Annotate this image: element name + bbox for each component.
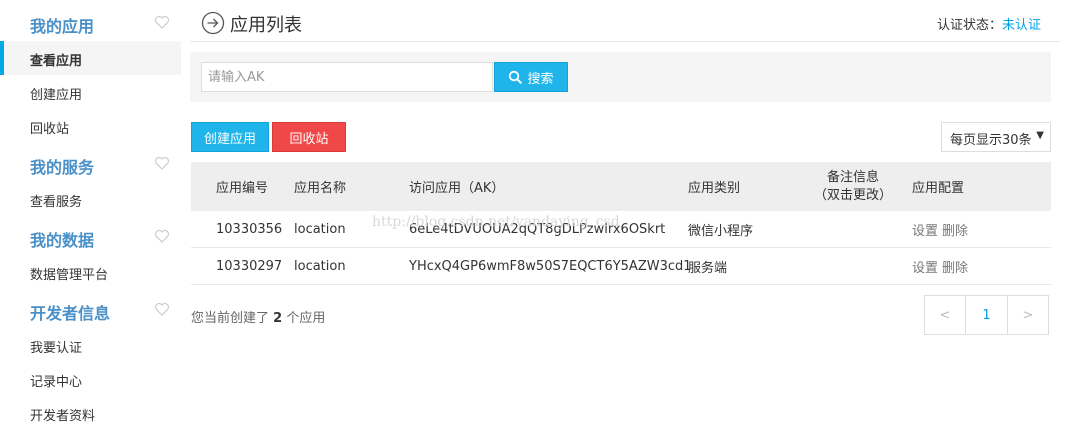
search-input[interactable] (201, 62, 493, 92)
heart-outline-icon[interactable] (154, 14, 170, 30)
column-header-type: 应用类别 (688, 181, 741, 196)
sidebar-item-label: 数据管理平台 (30, 268, 109, 283)
column-header-name: 应用名称 (294, 181, 347, 196)
cell-ak: 6eLe4tDVUOUA2qQT8gDLPzwlrx6OSkrt (409, 222, 666, 237)
cell-config: 设置 删除 (912, 211, 972, 248)
app-count-prefix: 您当前创建了 (191, 311, 270, 326)
sidebar-section-my-apps[interactable]: 我的应用 (0, 4, 181, 40)
table-row: 10330356 location 6eLe4tDVUOUA2qQT8gDLPz… (191, 211, 1051, 248)
auth-status-link[interactable]: 未认证 (1002, 18, 1041, 33)
sidebar-section-title: 我的数据 (30, 231, 95, 250)
cell-config: 设置 删除 (912, 248, 972, 285)
cell-ak: YHcxQ4GP6wmF8w50S7EQCT6Y5AZW3cd1 (409, 259, 692, 274)
sidebar-item-record-center[interactable]: 记录中心 (0, 362, 181, 396)
sidebar-section-my-services[interactable]: 我的服务 (0, 145, 181, 181)
app-table: 应用编号 应用名称 访问应用（AK） 应用类别 备注信息 （双击更改） 应用配置… (191, 162, 1051, 285)
sidebar-item-label: 记录中心 (30, 375, 83, 390)
sidebar-section-title: 开发者信息 (30, 304, 111, 323)
pagination-page-1[interactable]: 1 (965, 295, 1008, 335)
pagination: < 1 > (924, 295, 1049, 335)
cell-id: 10330356 (216, 222, 283, 237)
sidebar-section-developer-info[interactable]: 开发者信息 (0, 291, 181, 327)
delete-link[interactable]: 删除 (942, 220, 968, 239)
sidebar-item-recycle-bin[interactable]: 回收站 (0, 109, 181, 143)
per-page-value: 每页显示30条 (950, 133, 1032, 148)
cell-note[interactable] (808, 211, 898, 248)
sidebar-section-title: 我的应用 (30, 17, 95, 36)
sidebar-item-view-services[interactable]: 查看服务 (0, 182, 181, 216)
search-button[interactable]: 搜索 (494, 62, 568, 92)
page-title: 应用列表 (230, 15, 302, 36)
cell-type: 微信小程序 (688, 224, 754, 239)
heart-outline-icon[interactable] (154, 155, 170, 171)
search-icon (509, 70, 523, 84)
auth-status-label: 认证状态： (936, 18, 1002, 33)
sidebar-item-certification[interactable]: 我要认证 (0, 328, 181, 362)
sidebar-item-data-platform[interactable]: 数据管理平台 (0, 255, 181, 289)
app-count-suffix: 个应用 (286, 311, 326, 326)
sidebar: 我的应用 查看应用 创建应用 回收站 我的服务 查看服务 我的数据 数据管理平台… (0, 0, 181, 430)
cell-id: 10330297 (216, 259, 283, 274)
page-header: 应用列表 认证状态：未认证 (190, 0, 1060, 42)
app-count-value: 2 (273, 311, 283, 326)
column-header-ak: 访问应用（AK） (409, 181, 505, 196)
sidebar-item-label: 开发者资料 (30, 409, 96, 424)
settings-link[interactable]: 设置 (912, 257, 938, 276)
pagination-next-button[interactable]: > (1007, 295, 1049, 335)
sidebar-item-label: 我要认证 (30, 341, 83, 356)
column-header-note-line1: 备注信息 (826, 169, 879, 185)
search-button-label: 搜索 (527, 71, 554, 87)
circle-arrow-right-icon (201, 11, 225, 35)
sidebar-item-label: 查看应用 (30, 54, 83, 69)
cell-name: location (294, 222, 346, 237)
search-bar: 搜索 (190, 52, 1051, 102)
column-header-note: 备注信息 （双击更改） (808, 162, 898, 211)
cell-note[interactable] (808, 248, 898, 285)
heart-outline-icon[interactable] (154, 301, 170, 317)
sidebar-item-view-apps[interactable]: 查看应用 (0, 41, 181, 75)
cell-name: location (294, 259, 346, 274)
recycle-bin-button[interactable]: 回收站 (272, 122, 346, 152)
sidebar-item-label: 创建应用 (30, 88, 83, 103)
caret-down-icon: ▼ (1036, 130, 1044, 141)
column-header-config: 应用配置 (912, 181, 965, 196)
settings-link[interactable]: 设置 (912, 220, 938, 239)
sidebar-section-title: 我的服务 (30, 158, 95, 177)
sidebar-item-developer-profile[interactable]: 开发者资料 (0, 396, 181, 430)
auth-status: 认证状态：未认证 (937, 14, 1041, 33)
sidebar-section-my-data[interactable]: 我的数据 (0, 218, 181, 254)
table-header: 应用编号 应用名称 访问应用（AK） 应用类别 备注信息 （双击更改） 应用配置 (191, 162, 1051, 211)
per-page-select[interactable]: 每页显示30条 ▼ (941, 122, 1051, 152)
app-count-text: 您当前创建了 2 个应用 (191, 307, 325, 326)
create-app-button[interactable]: 创建应用 (191, 122, 269, 152)
sidebar-item-label: 回收站 (30, 122, 70, 137)
pagination-prev-button[interactable]: < (924, 295, 966, 335)
sidebar-item-label: 查看服务 (30, 195, 83, 210)
heart-outline-icon[interactable] (154, 228, 170, 244)
sidebar-item-create-app[interactable]: 创建应用 (0, 75, 181, 109)
table-row: 10330297 location YHcxQ4GP6wmF8w50S7EQCT… (191, 248, 1051, 285)
column-header-note-line2: （双击更改） (813, 187, 892, 203)
cell-type: 服务端 (688, 261, 728, 276)
delete-link[interactable]: 删除 (942, 257, 968, 276)
column-header-id: 应用编号 (216, 181, 269, 196)
